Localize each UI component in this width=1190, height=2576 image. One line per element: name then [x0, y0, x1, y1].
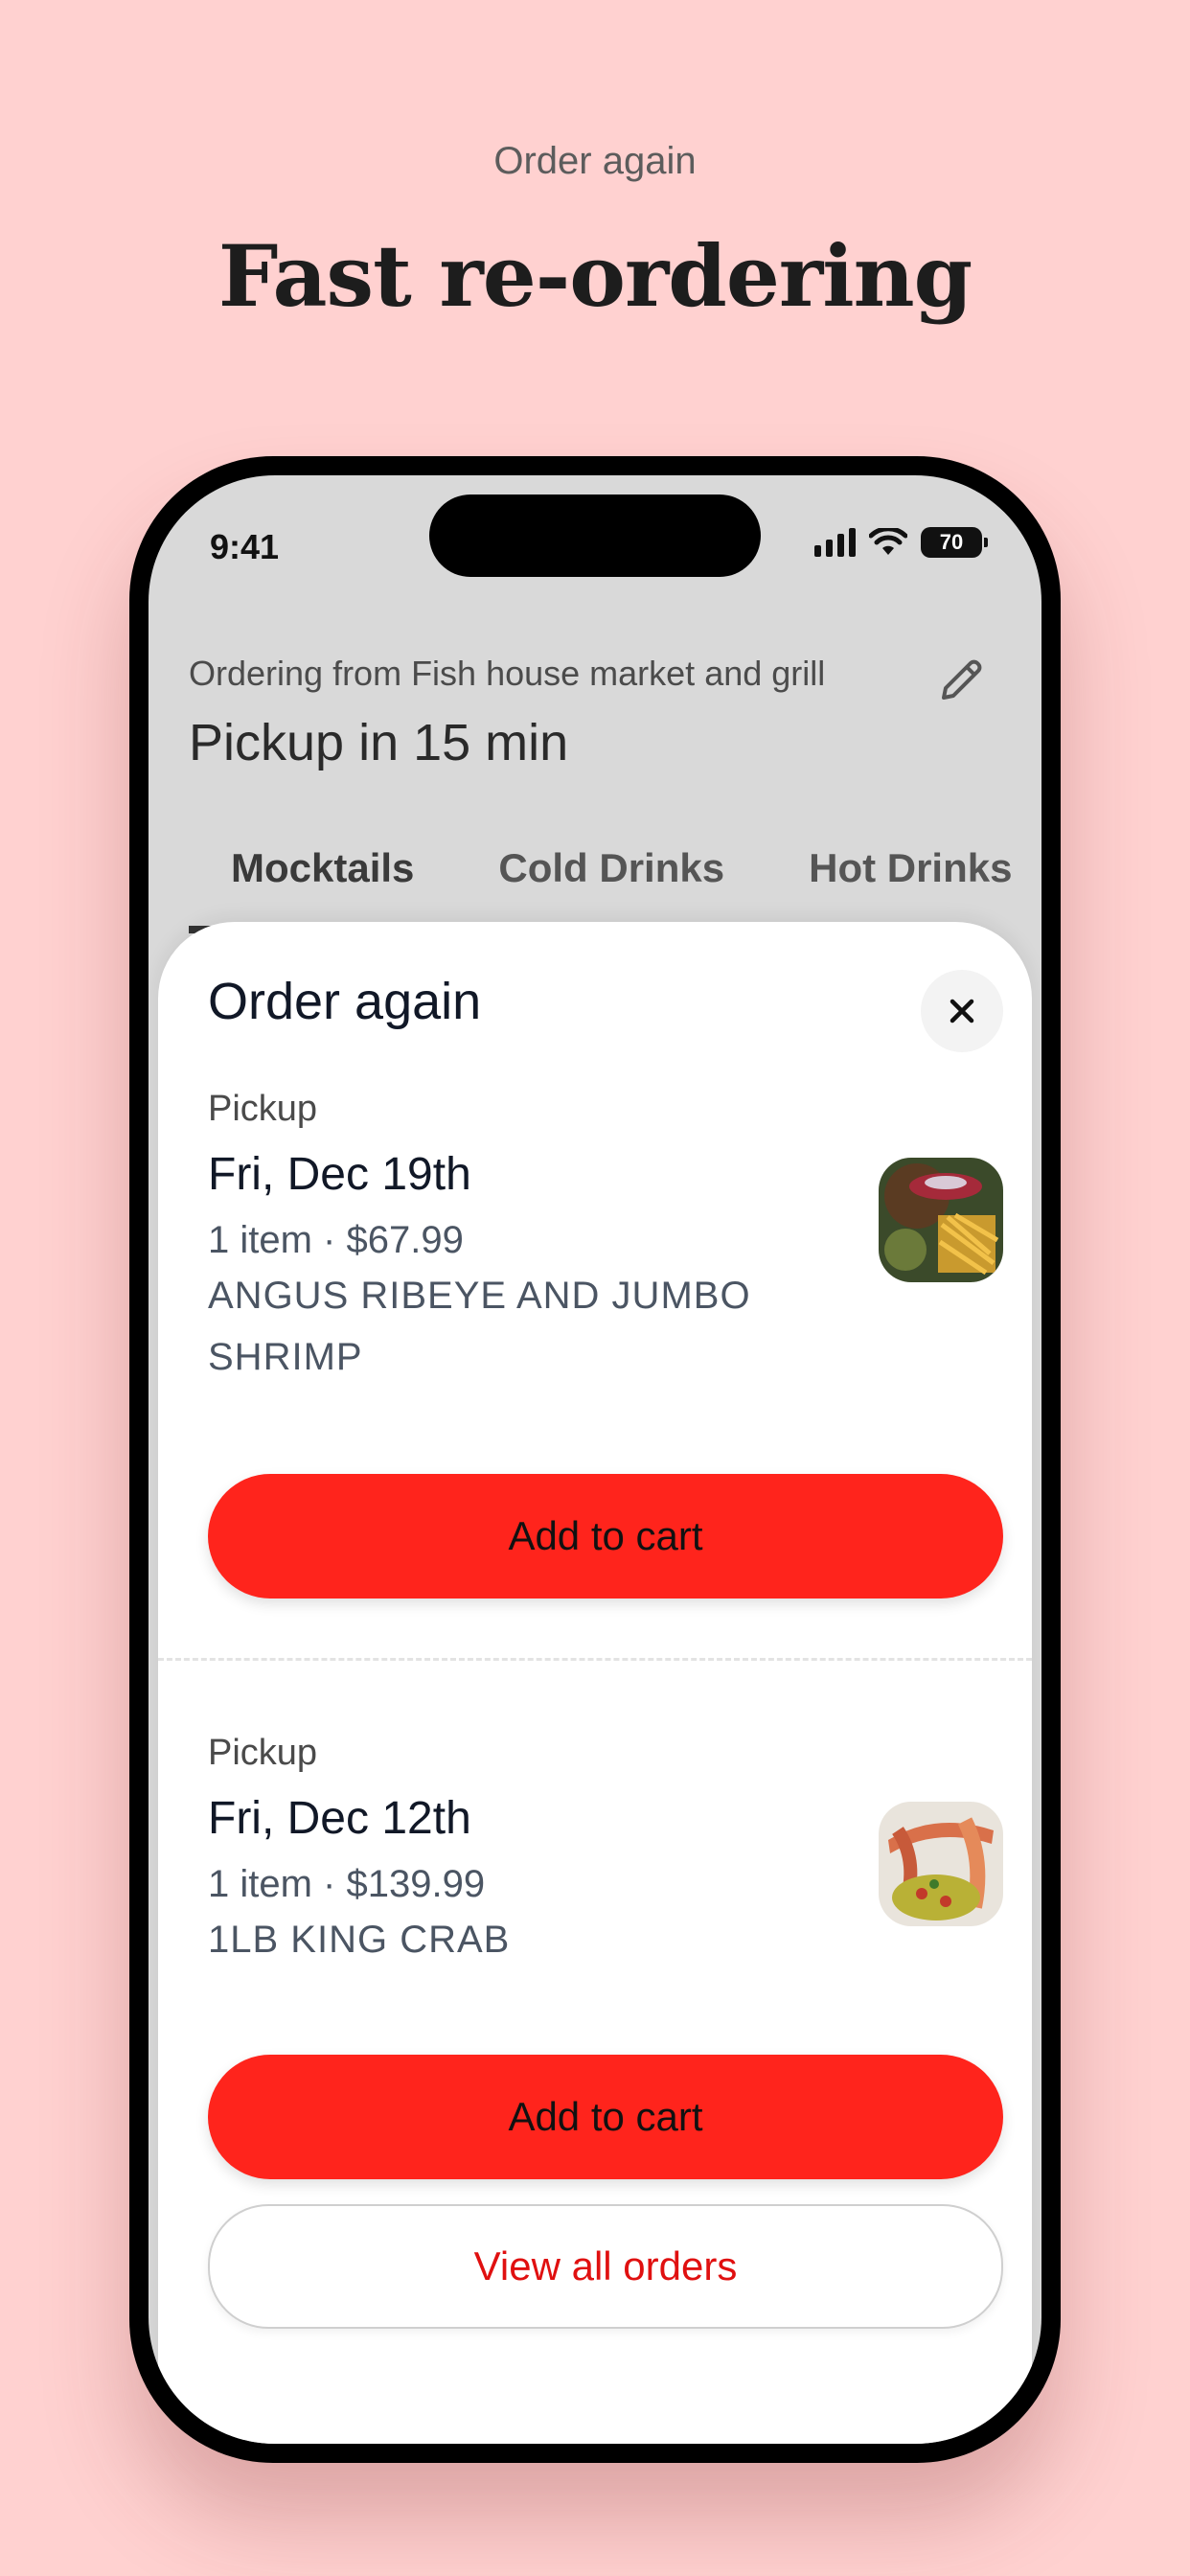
- order-items: 1LB KING CRAB: [208, 1919, 511, 1961]
- view-all-orders-button[interactable]: View all orders: [208, 2204, 1003, 2329]
- pencil-icon: [942, 659, 982, 700]
- order-date: Fri, Dec 19th: [208, 1149, 471, 1200]
- close-icon: [950, 999, 974, 1024]
- status-bar: 9:41 70: [149, 475, 1041, 590]
- wifi-icon: [869, 528, 907, 555]
- tab-hot-drinks[interactable]: Hot Drinks: [767, 840, 1041, 897]
- phone-screen: 9:41 70 Ordering from Fish house market …: [149, 475, 1041, 2444]
- sheet-title: Order again: [208, 973, 482, 1030]
- phone-frame: 9:41 70 Ordering from Fish house market …: [129, 456, 1061, 2463]
- edit-location-button[interactable]: [927, 646, 995, 715]
- add-to-cart-button[interactable]: Add to cart: [208, 2055, 1003, 2179]
- tab-mocktails[interactable]: Mocktails: [189, 840, 456, 897]
- tab-cold-drinks[interactable]: Cold Drinks: [456, 840, 767, 897]
- order-divider: [158, 1658, 1032, 1661]
- order-thumbnail: [879, 1802, 1003, 1926]
- order-date: Fri, Dec 12th: [208, 1793, 471, 1844]
- order-again-sheet: Order again Pickup Fri, Dec 19th 1 item …: [158, 922, 1032, 2444]
- ordering-from-label: Ordering from Fish house market and gril…: [189, 654, 826, 693]
- order-thumbnail: [879, 1158, 1003, 1282]
- promo-headline: Fast re-ordering: [217, 226, 973, 326]
- dynamic-island: [429, 494, 761, 577]
- signal-icon: [814, 528, 856, 557]
- add-to-cart-button[interactable]: Add to cart: [208, 1474, 1003, 1598]
- status-icons: 70: [814, 527, 988, 558]
- order-items: ANGUS RIBEYE AND JUMBO SHRIMP: [208, 1275, 751, 1378]
- order-type: Pickup: [208, 1733, 318, 1773]
- battery-icon: 70: [921, 527, 988, 558]
- pickup-time: Pickup in 15 min: [189, 714, 569, 771]
- order-meta: 1 item · $139.99: [208, 1863, 486, 1905]
- promo-eyebrow: Order again: [493, 140, 697, 182]
- order-meta: 1 item · $67.99: [208, 1219, 464, 1261]
- order-type: Pickup: [208, 1089, 318, 1129]
- close-button[interactable]: [921, 970, 1003, 1052]
- status-time: 9:41: [210, 527, 280, 566]
- category-tabs: Mocktails Cold Drinks Hot Drinks: [189, 840, 1041, 897]
